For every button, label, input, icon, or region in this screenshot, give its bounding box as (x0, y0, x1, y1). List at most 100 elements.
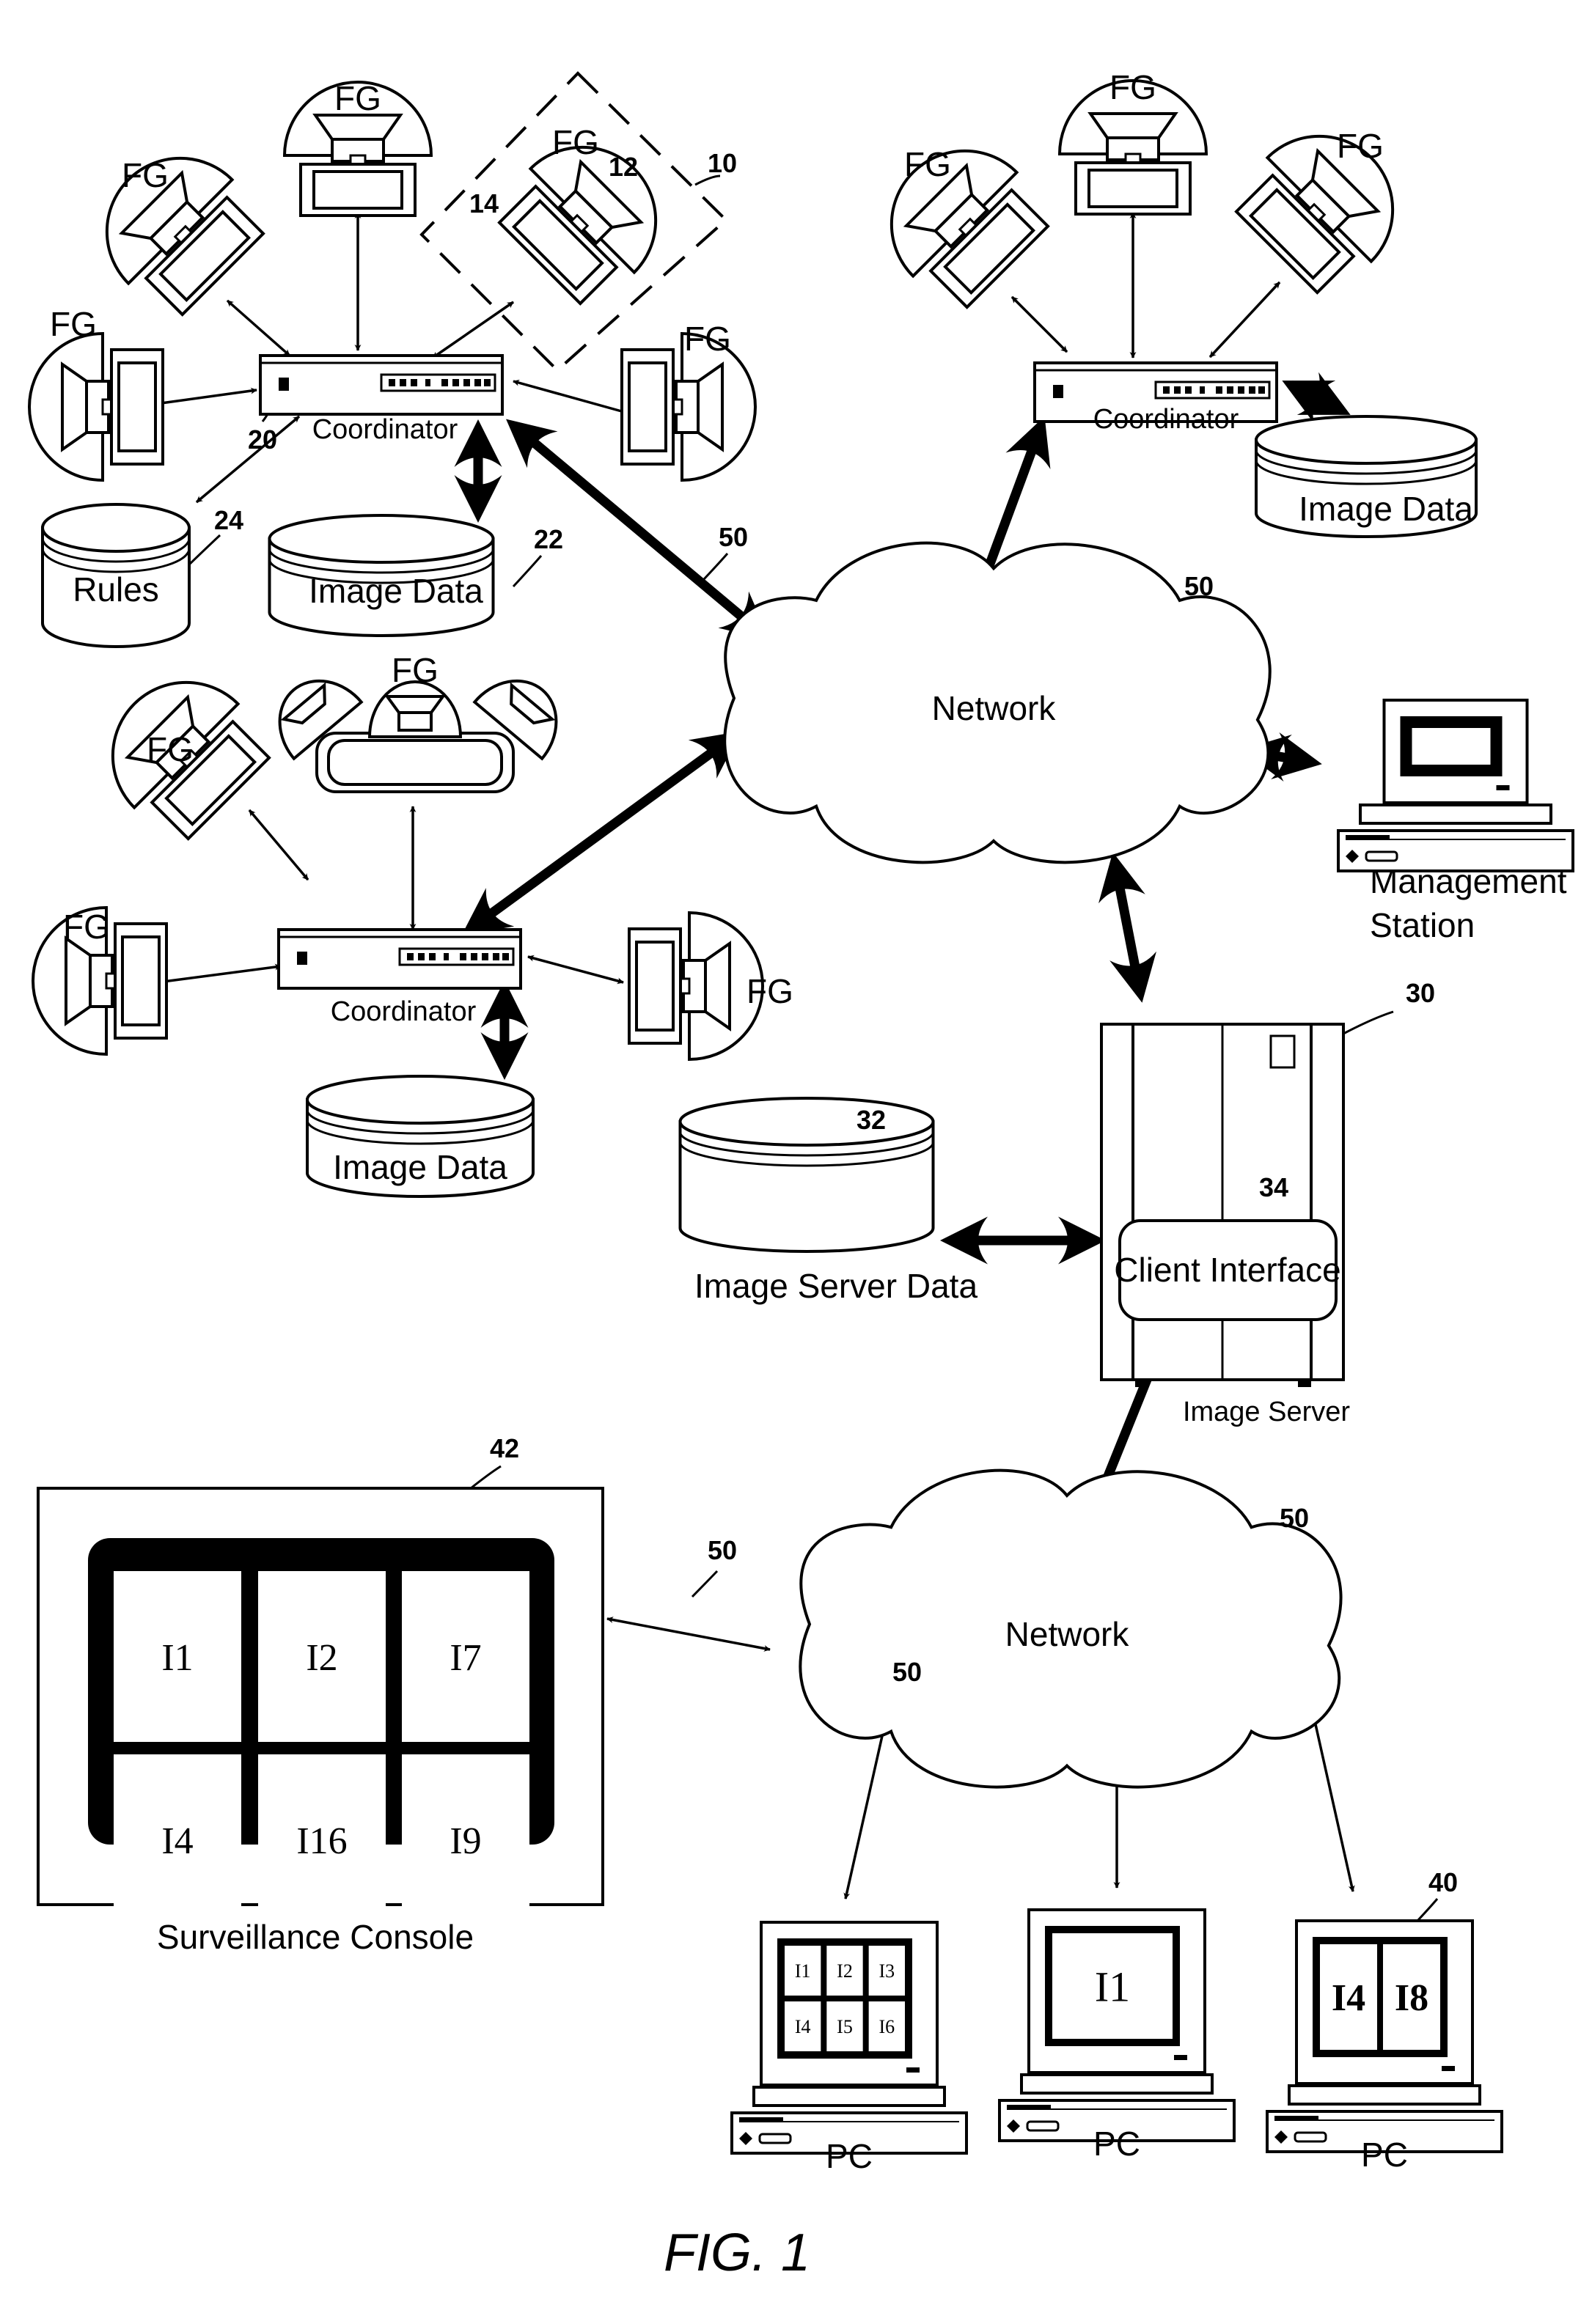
ref-24: 24 (214, 505, 243, 535)
keyboard-base-icon (1337, 804, 1574, 872)
fg-1-upper-right-label: FG (552, 123, 599, 161)
ref-32: 32 (856, 1105, 886, 1135)
ref-30: 30 (1406, 978, 1435, 1008)
fg-1-left-label: FG (50, 305, 97, 343)
link-fg-3-right-coordinator (527, 955, 624, 985)
link-fg-left-coordinator (150, 387, 257, 408)
pc-2-monitor: I1 (998, 1908, 1236, 2142)
image-server-label: Image Server (1183, 1397, 1350, 1427)
power-led-icon (1442, 2066, 1455, 2071)
surveillance-console: I1 I2 I7 I4 I16 I9 (37, 1487, 604, 1925)
multi-camera-fg-label: FG (392, 651, 439, 689)
link-fg-3-left-coordinator (157, 963, 282, 985)
link-fg-2-left-coordinator (1010, 295, 1068, 353)
link-console-network (606, 1617, 771, 1652)
network-cloud-1-label: Network (932, 689, 1057, 727)
console-tile-label: I9 (450, 1820, 481, 1862)
console-tile-label: I2 (306, 1637, 337, 1679)
database-top (306, 1075, 535, 1125)
fg-1-right-label: FG (684, 320, 731, 358)
fg-1-left (28, 332, 164, 482)
fg-2-left (861, 120, 1059, 318)
link-fg-3-upper-left-coordinator (248, 809, 309, 881)
database-top (268, 514, 495, 564)
console-tile-label: I7 (450, 1637, 481, 1679)
screen-tile-label: I5 (837, 2016, 853, 2037)
ref-50-pc-link: 50 (892, 1657, 922, 1687)
fg-3-left-label: FG (63, 908, 110, 946)
console-tile-label: I16 (296, 1820, 347, 1862)
network-cloud-2-label: Network (1005, 1615, 1130, 1653)
fg-3-right (628, 911, 764, 1061)
system-architecture-diagram: I1 I2 I7 I4 I16 I9 I1 I2 I3 I4 I5 I6 I1 I4 I8 Coordina… (28, 68, 1574, 2282)
management-station-monitor (1337, 699, 1574, 872)
ref-50-console-link: 50 (708, 1535, 737, 1565)
ref-14: 14 (469, 188, 499, 218)
multi-camera-housing-inner (327, 739, 503, 786)
figure-caption: FIG. 1 (664, 2224, 810, 2282)
screen-tile-label: I3 (878, 1960, 895, 1982)
fg-1-upper-left-label: FG (122, 156, 169, 194)
screen-tile-label: I2 (837, 1960, 853, 1982)
ref-50-network-1: 50 (1184, 571, 1214, 601)
link-fg-2-right-coordinator (1208, 281, 1281, 358)
image-server-icon (1100, 1023, 1345, 1387)
screen-tile-label: I4 (1332, 1977, 1365, 2019)
screen-tile-label: I4 (795, 2016, 811, 2037)
pc-2-label: PC (1093, 2125, 1140, 2163)
fg-3-right-label: FG (747, 972, 793, 1010)
leader-line (703, 553, 729, 581)
power-led-icon (1496, 785, 1510, 790)
fg-2-right-label: FG (1337, 127, 1384, 165)
power-led-icon (1174, 2055, 1187, 2060)
ref-40: 40 (1428, 1867, 1458, 1897)
ref-20: 20 (248, 424, 277, 455)
leader-line (188, 534, 221, 566)
ref-50-link-1: 50 (719, 522, 748, 552)
ref-42: 42 (490, 1433, 519, 1463)
link-fg-upper-left-coordinator (226, 299, 291, 357)
leader-line (470, 1465, 502, 1490)
screen-tile-label: I6 (878, 2016, 895, 2037)
ref-22: 22 (534, 524, 563, 554)
console-tile-label: I4 (161, 1820, 193, 1862)
link-fg-right-coordinator (513, 379, 633, 416)
ref-12: 12 (609, 152, 638, 182)
leader-line (1416, 1898, 1439, 1922)
ref-10: 10 (708, 148, 737, 178)
image-server-data-db (678, 1097, 935, 1253)
link-fg-upper-right-coordinator (432, 301, 514, 359)
database-top (678, 1097, 935, 1147)
link-coordinator-2-image-data (1282, 372, 1351, 424)
fg-2-top-label: FG (1109, 68, 1156, 106)
fg-1-top-label: FG (334, 79, 381, 117)
client-interface-label: Client Interface (1114, 1251, 1340, 1289)
power-led-icon (906, 2067, 920, 2073)
link-network-image-server (1098, 852, 1156, 1003)
image-data-db-1-label: Image Data (309, 572, 483, 610)
pc-1-monitor: I1 I2 I3 I4 I5 I6 (730, 1921, 968, 2155)
ref-50-network-2: 50 (1280, 1503, 1309, 1533)
coordinator-2-label: Coordinator (1093, 404, 1239, 435)
screen-tile-label: I8 (1395, 1977, 1428, 2019)
fg-3-upper-left-label: FG (147, 730, 194, 768)
rules-db-label: Rules (73, 570, 159, 608)
leader-line (512, 555, 543, 588)
fg-1-upper-left (76, 128, 274, 326)
console-tile-label: I1 (161, 1637, 193, 1679)
screen-glass (1412, 728, 1491, 765)
leader-line (1343, 1010, 1394, 1035)
pc-3-monitor: I4 I8 (1266, 1919, 1503, 2153)
image-data-db-3-label: Image Data (333, 1148, 507, 1186)
coordinator-3-label: Coordinator (331, 996, 477, 1027)
fg-2-left-label: FG (904, 145, 951, 183)
surveillance-console-label: Surveillance Console (157, 1918, 474, 1956)
database-top (41, 503, 191, 553)
pc-3-label: PC (1361, 2136, 1408, 2174)
image-server-data-label: Image Server Data (694, 1267, 977, 1305)
management-station-label-line1: Management (1370, 862, 1567, 900)
camera-icon (367, 680, 463, 738)
management-station-label-line2: Station (1370, 906, 1475, 944)
database-top (1255, 415, 1478, 465)
ref-34: 34 (1259, 1172, 1288, 1202)
